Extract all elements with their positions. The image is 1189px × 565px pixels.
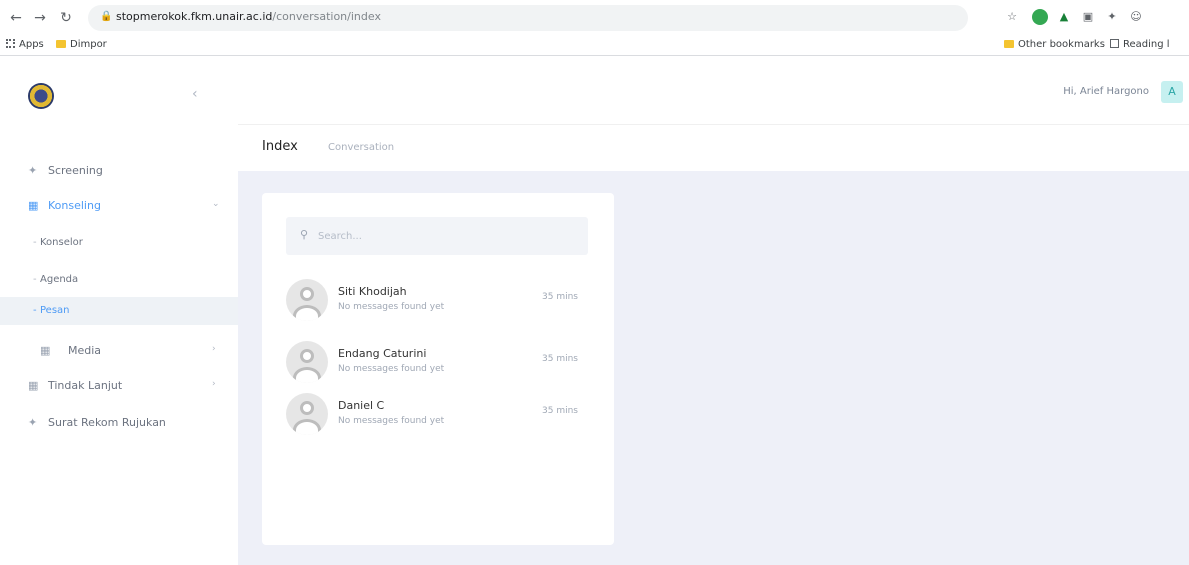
conversation-name: Siti Khodijah bbox=[338, 285, 407, 298]
sidebar-item-label: Screening bbox=[48, 164, 103, 177]
sidebar-item-surat-rekom-rujukan[interactable]: ✦ Surat Rekom Rujukan bbox=[0, 409, 238, 437]
page-title: Index bbox=[262, 139, 298, 154]
user-greeting[interactable]: Hi, Arief Hargono bbox=[1063, 86, 1149, 97]
collapse-sidebar-icon[interactable]: ‹ bbox=[192, 86, 198, 102]
conversation-time: 35 mins bbox=[542, 406, 578, 416]
avatar bbox=[286, 341, 328, 383]
sidebar: ‹ ✦ Screening ▦ Konseling ⌄ - Konselor -… bbox=[0, 57, 238, 565]
conversation-time: 35 mins bbox=[542, 292, 578, 302]
sidebar-subitem-label: Pesan bbox=[40, 305, 70, 316]
bookmark-apps-label: Apps bbox=[19, 39, 44, 50]
diamond-icon: ✦ bbox=[28, 164, 38, 177]
star-icon[interactable]: ☆ bbox=[1004, 9, 1020, 25]
bookmark-dimpor-label: Dimpor bbox=[70, 39, 107, 50]
url-path: /conversation/index bbox=[272, 10, 381, 23]
url-host: stopmerokok.fkm.unair.ac.id bbox=[116, 10, 273, 23]
sidebar-subitem-label: Agenda bbox=[40, 274, 79, 285]
sidebar-subitem-pesan[interactable]: - Pesan bbox=[0, 297, 238, 325]
search-input[interactable] bbox=[318, 228, 568, 244]
folder-icon bbox=[56, 40, 66, 48]
sidebar-item-label: Tindak Lanjut bbox=[48, 379, 123, 392]
conversation-preview: No messages found yet bbox=[338, 364, 445, 374]
people-icon: ▦ bbox=[28, 379, 39, 392]
people-icon: ▦ bbox=[28, 199, 39, 212]
sidebar-item-screening[interactable]: ✦ Screening bbox=[0, 157, 238, 185]
sidebar-item-label: Media bbox=[68, 344, 102, 357]
conversation-preview: No messages found yet bbox=[338, 302, 445, 312]
main-content: ⚲ Siti Khodijah No messages found yet 35… bbox=[238, 171, 1189, 565]
browser-toolbar: ← → ↻ 🔒 stopmerokok.fkm.unair.ac.id/conv… bbox=[0, 0, 1189, 36]
chevron-right-icon: › bbox=[212, 379, 216, 389]
diamond-icon: ✦ bbox=[28, 416, 38, 429]
conversation-item[interactable]: Siti Khodijah No messages found yet 35 m… bbox=[286, 277, 596, 323]
bookmark-other[interactable]: Other bookmarks bbox=[1004, 39, 1105, 50]
conversation-name: Daniel C bbox=[338, 399, 385, 412]
sidebar-item-tindak-lanjut[interactable]: ▦ Tindak Lanjut › bbox=[0, 372, 238, 400]
search-box: ⚲ bbox=[286, 217, 588, 255]
conversation-list-card: ⚲ Siti Khodijah No messages found yet 35… bbox=[262, 193, 614, 545]
dash-icon: - bbox=[33, 274, 37, 285]
lock-icon: 🔒 bbox=[100, 11, 113, 22]
sidebar-item-konseling[interactable]: ▦ Konseling ⌄ bbox=[0, 192, 238, 220]
breadcrumb[interactable]: Conversation bbox=[328, 142, 394, 153]
sidebar-item-label: Konseling bbox=[48, 199, 101, 212]
topbar: Hi, Arief Hargono A bbox=[238, 57, 1189, 125]
bookmark-reading-list[interactable]: Reading l bbox=[1110, 39, 1170, 50]
sidebar-subitem-konselor[interactable]: - Konselor bbox=[0, 229, 238, 257]
forward-icon[interactable]: → bbox=[30, 8, 50, 28]
address-bar[interactable]: 🔒 stopmerokok.fkm.unair.ac.id/conversati… bbox=[88, 5, 968, 31]
extension-green-icon[interactable] bbox=[1032, 9, 1048, 25]
user-avatar[interactable]: A bbox=[1161, 81, 1183, 103]
conversation-time: 35 mins bbox=[542, 354, 578, 364]
back-icon[interactable]: ← bbox=[6, 8, 26, 28]
bookmark-other-label: Other bookmarks bbox=[1018, 39, 1105, 50]
reading-list-icon bbox=[1110, 39, 1119, 48]
reload-icon[interactable]: ↻ bbox=[56, 8, 76, 28]
conversation-name: Endang Caturini bbox=[338, 347, 427, 360]
subheader: Index Conversation bbox=[238, 126, 1189, 171]
puzzle-icon[interactable]: ✦ bbox=[1104, 9, 1120, 25]
logo[interactable] bbox=[28, 83, 54, 109]
extension-icon[interactable]: ▣ bbox=[1080, 9, 1096, 25]
bookmark-apps[interactable]: Apps bbox=[6, 39, 44, 50]
folder-icon bbox=[1004, 40, 1014, 48]
bookmark-dimpor[interactable]: Dimpor bbox=[56, 39, 107, 50]
search-icon: ⚲ bbox=[300, 228, 309, 241]
sidebar-subitem-agenda[interactable]: - Agenda bbox=[0, 266, 238, 294]
profile-icon[interactable]: ☺ bbox=[1128, 9, 1144, 25]
sidebar-item-media[interactable]: ▦ Media › bbox=[0, 337, 238, 365]
conversation-preview: No messages found yet bbox=[338, 416, 445, 426]
avatar bbox=[286, 393, 328, 435]
bookmarks-bar: Apps Dimpor Other bookmarks Reading l bbox=[0, 36, 1189, 56]
dash-icon: - bbox=[33, 305, 37, 316]
chevron-down-icon: ⌄ bbox=[212, 199, 220, 209]
people-icon: ▦ bbox=[40, 344, 51, 357]
conversation-item[interactable]: Endang Caturini No messages found yet 35… bbox=[286, 339, 596, 385]
drive-icon[interactable]: ▲ bbox=[1056, 9, 1072, 25]
url-text: stopmerokok.fkm.unair.ac.id/conversation… bbox=[116, 10, 381, 23]
apps-grid-icon bbox=[6, 39, 15, 48]
bookmark-reading-label: Reading l bbox=[1123, 39, 1170, 50]
avatar bbox=[286, 279, 328, 321]
sidebar-item-label: Surat Rekom Rujukan bbox=[48, 416, 166, 429]
sidebar-subitem-label: Konselor bbox=[40, 237, 83, 248]
conversation-item[interactable]: Daniel C No messages found yet 35 mins bbox=[286, 391, 596, 437]
chevron-right-icon: › bbox=[212, 344, 216, 354]
dash-icon: - bbox=[33, 237, 37, 248]
